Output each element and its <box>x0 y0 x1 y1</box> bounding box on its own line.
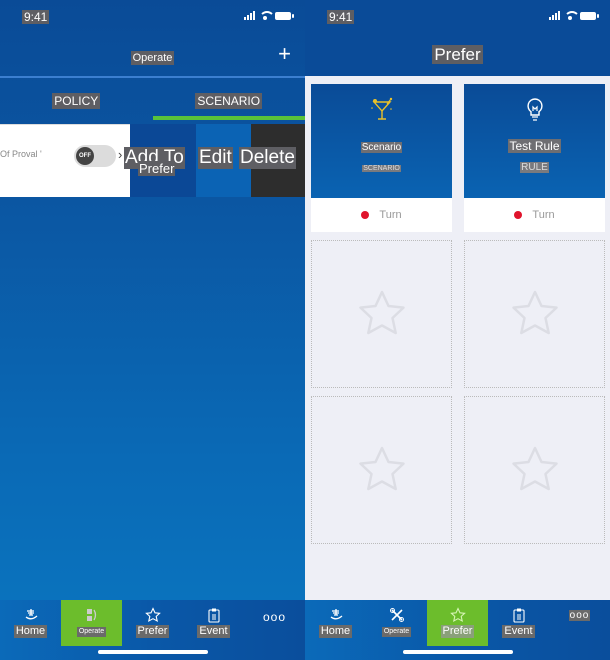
tabbar-event[interactable]: Event <box>488 600 549 646</box>
segment-tabs: POLICY SCENARIO <box>0 80 305 120</box>
wifi-icon <box>564 11 580 20</box>
tabbar-event[interactable]: Event <box>183 600 244 646</box>
battery-icon <box>580 11 599 20</box>
home-indicator <box>403 650 513 654</box>
tabbar-event-label: Event <box>197 625 230 638</box>
empty-favorite-slot[interactable] <box>311 240 452 388</box>
favorite-name: Scenario <box>360 142 403 153</box>
operate-icon <box>86 609 96 621</box>
tab-scenario-label: SCENARIO <box>195 93 263 109</box>
edit-label: Edit <box>198 147 233 169</box>
clipboard-icon <box>512 608 525 623</box>
empty-favorite-slot[interactable] <box>464 396 605 544</box>
scenario-name: Of Proval ' <box>0 149 42 159</box>
prefer-screen: 9:41 Prefer Scenario SCENARIO Turn Test … <box>305 0 610 660</box>
more-icon: ooo <box>568 610 591 621</box>
tabbar-home-label: Home <box>13 625 48 638</box>
star-icon <box>449 607 466 623</box>
status-dot <box>514 211 523 219</box>
clipboard-icon <box>207 608 220 623</box>
tabbar-operate-label: Operate <box>381 627 412 637</box>
toggle-knob: OFF <box>76 147 94 165</box>
tab-policy[interactable]: POLICY <box>0 80 153 120</box>
delete-label: Delete <box>239 147 296 169</box>
system-icons <box>549 11 599 20</box>
home-indicator <box>98 650 208 654</box>
nav-bar: Operate + <box>0 34 305 76</box>
favorites-grid: Scenario SCENARIO Turn Test Rule RULE Tu… <box>311 84 605 544</box>
tabbar-home[interactable]: Home <box>0 600 61 646</box>
prefer-label: Prefer <box>138 161 176 176</box>
favorite-type: RULE <box>520 162 549 173</box>
scenario-toggle[interactable]: OFF <box>74 145 116 167</box>
status-time: 9:41 <box>22 10 50 24</box>
signal-icon <box>549 11 560 20</box>
favorite-type: SCENARIO <box>362 165 401 172</box>
empty-favorite-slot[interactable] <box>464 240 605 388</box>
nav-bar: Prefer <box>305 34 610 76</box>
more-icon: ooo <box>262 610 287 624</box>
home-icon <box>330 609 342 620</box>
favorite-status: Turn <box>532 209 555 221</box>
system-icons <box>244 11 294 20</box>
chevron-right-icon: › <box>118 147 123 162</box>
favorite-name: Test Rule <box>508 139 561 153</box>
add-to-prefer-button[interactable]: Add To Prefer <box>124 124 196 197</box>
tabbar-prefer[interactable]: Prefer <box>122 600 183 646</box>
tab-bar: Home Operate Prefer Event ooo <box>0 600 305 660</box>
tabbar-operate-label: Operate <box>76 627 107 637</box>
scenario-row-card[interactable]: Of Proval ' OFF › <box>0 124 130 197</box>
battery-icon <box>275 11 294 20</box>
star-icon <box>144 607 161 623</box>
star-outline-icon <box>358 290 405 335</box>
add-button[interactable]: + <box>278 42 291 66</box>
tabbar-operate[interactable]: Operate <box>366 600 427 646</box>
tabbar-operate[interactable]: Operate <box>61 600 122 646</box>
favorite-card-test-rule[interactable]: Test Rule RULE Turn <box>464 84 605 232</box>
favorite-status: Turn <box>379 209 402 221</box>
home-icon <box>25 609 37 620</box>
operate-screen: 9:41 Operate + POLICY SCENARIO Of Proval… <box>0 0 305 660</box>
status-bar: 9:41 <box>0 0 305 34</box>
signal-icon <box>244 11 255 20</box>
tab-policy-label: POLICY <box>52 93 101 109</box>
status-dot <box>361 211 370 219</box>
star-outline-icon <box>511 446 558 491</box>
star-outline-icon <box>358 446 405 491</box>
tabbar-prefer[interactable]: Prefer <box>427 600 488 646</box>
delete-button[interactable]: Delete <box>239 124 305 197</box>
tab-bar: Home Operate Prefer Event ooo <box>305 600 610 660</box>
active-tab-indicator <box>152 116 305 120</box>
status-time: 9:41 <box>327 10 355 24</box>
tab-scenario[interactable]: SCENARIO <box>152 80 305 120</box>
plus-icon: + <box>278 41 291 66</box>
scenario-row: Of Proval ' OFF › Add To Prefer Edit Del… <box>0 124 305 197</box>
status-bar: 9:41 <box>305 0 610 34</box>
page-title: Prefer <box>432 45 483 64</box>
tabbar-more[interactable]: ooo <box>549 600 610 646</box>
tabbar-home-label: Home <box>318 625 353 638</box>
wifi-icon <box>259 11 275 20</box>
tabbar-prefer-label: Prefer <box>135 625 170 638</box>
tabbar-prefer-label: Prefer <box>440 625 475 638</box>
empty-favorite-slot[interactable] <box>311 396 452 544</box>
tabbar-more[interactable]: ooo <box>244 600 305 646</box>
tabbar-home[interactable]: Home <box>305 600 366 646</box>
tabbar-event-label: Event <box>502 625 535 638</box>
star-outline-icon <box>511 290 558 335</box>
page-title: Operate <box>130 51 175 65</box>
lightbulb-icon <box>526 98 543 121</box>
tools-icon <box>389 608 404 622</box>
cocktail-icon <box>370 97 392 120</box>
favorite-card-scenario[interactable]: Scenario SCENARIO Turn <box>311 84 452 232</box>
divider <box>0 76 305 78</box>
